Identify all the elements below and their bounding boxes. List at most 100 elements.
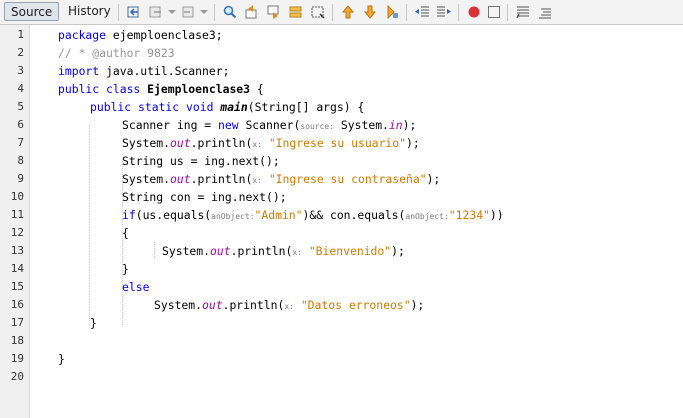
keyword: public static void <box>90 100 214 114</box>
code-line-17: } <box>90 314 97 332</box>
stop-macro-icon[interactable] <box>486 4 502 20</box>
line-number: 15 <box>10 280 24 293</box>
toolbar-separator <box>406 4 407 21</box>
forward-icon[interactable] <box>180 4 196 20</box>
code-text: Scanner ing = <box>122 118 219 132</box>
string-literal: "Datos erroneos" <box>293 298 411 312</box>
code-line-9: System.out.println(x: "Ingrese su contra… <box>122 170 440 188</box>
uncomment-icon[interactable] <box>537 4 553 20</box>
line-number: 18 <box>10 334 24 347</box>
toolbar-separator <box>332 4 333 21</box>
code-line-5: public static void main(String[] args) { <box>90 98 364 116</box>
code-line-11: if(us.equals(anObject:"Admin")&& con.equ… <box>122 206 504 224</box>
toggle-bookmark-icon[interactable] <box>384 4 400 20</box>
next-bookmark-icon[interactable] <box>362 4 378 20</box>
code-line-6: Scanner ing = new Scanner(source: System… <box>122 116 416 134</box>
line-number: 6 <box>17 118 24 131</box>
toolbar-separator <box>214 4 215 21</box>
line-number: 3 <box>17 64 24 77</box>
code-text: ); <box>426 172 441 186</box>
code-text: ); <box>405 136 420 150</box>
find-icon[interactable] <box>222 4 238 20</box>
param-hint: x: <box>252 176 262 185</box>
code-text: .println( <box>190 136 253 150</box>
code-text: ejemploenclase3; <box>106 28 223 42</box>
line-number: 7 <box>17 136 24 149</box>
indent-guide <box>89 125 90 325</box>
previous-bookmark-icon[interactable] <box>340 4 356 20</box>
find-selection-icon[interactable] <box>288 4 304 20</box>
last-edit-icon[interactable] <box>126 4 142 20</box>
line-number: 5 <box>17 100 24 113</box>
comment: // * @author 9823 <box>58 46 175 60</box>
string-literal: "1234" <box>448 208 490 222</box>
code-line-2: // * @author 9823 <box>58 44 175 62</box>
param-hint: x: <box>284 302 294 311</box>
forward-dropdown-icon[interactable] <box>197 4 213 20</box>
line-number: 13 <box>10 244 24 257</box>
code-text: )&& con.equals( <box>302 208 406 222</box>
code-line-12: { <box>122 224 129 242</box>
code-text: Scanner( <box>238 118 301 132</box>
tab-history[interactable]: History <box>62 2 117 21</box>
code-text: .println( <box>222 298 285 312</box>
code-text: { <box>122 226 129 240</box>
code-text: (String[] args) { <box>247 100 365 114</box>
toggle-highlight-icon[interactable] <box>310 4 326 20</box>
string-literal: "Ingrese su usuario" <box>261 136 406 150</box>
code-text: System. <box>162 244 211 258</box>
keyword: else <box>122 280 150 294</box>
tab-source[interactable]: Source <box>4 2 60 21</box>
static-field: out <box>202 298 223 312</box>
line-number: 2 <box>17 46 24 59</box>
line-number: 19 <box>10 352 24 365</box>
code-text: )) <box>489 208 504 222</box>
code-line-13: System.out.println(x: "Bienvenido"); <box>162 242 405 260</box>
line-number: 1 <box>17 28 24 41</box>
shift-left-icon[interactable] <box>414 4 430 20</box>
code-line-15: else <box>122 278 149 296</box>
code-line-10: String con = ing.next(); <box>122 188 287 206</box>
comment-icon[interactable] <box>515 4 531 20</box>
code-text: { <box>250 82 264 96</box>
code-editor[interactable]: package ejemploenclase3; // * @author 98… <box>30 25 683 418</box>
string-literal: "Bienvenido" <box>301 244 392 258</box>
code-text: System. <box>122 172 171 186</box>
editor-toolbar: Source History <box>0 0 683 25</box>
toolbar-separator <box>458 4 459 21</box>
code-line-14: } <box>122 260 129 278</box>
find-next-icon[interactable] <box>266 4 282 20</box>
indent-guide <box>154 242 155 259</box>
static-field: in <box>388 118 403 132</box>
shift-right-icon[interactable] <box>436 4 452 20</box>
keyword: import <box>58 64 100 78</box>
code-line-16: System.out.println(x: "Datos erroneos"); <box>154 296 424 314</box>
param-hint: anObject: <box>211 212 255 221</box>
line-number: 20 <box>10 370 24 383</box>
param-hint: source: <box>300 122 335 131</box>
back-dropdown-icon[interactable] <box>165 4 181 20</box>
code-line-8: String us = ing.next(); <box>122 152 280 170</box>
code-text: String us = ing.next(); <box>122 154 280 168</box>
class-name: Ejemploenclase3 <box>140 82 251 96</box>
line-number-gutter: 1 2 3 4 5 6 7 8 9 10 11 12 13 14 15 16 1… <box>0 25 30 418</box>
line-number: 17 <box>10 316 24 329</box>
toolbar-separator <box>507 4 508 21</box>
code-text: .println( <box>230 244 293 258</box>
code-text: } <box>58 352 65 366</box>
back-icon[interactable] <box>148 4 164 20</box>
find-previous-icon[interactable] <box>244 4 260 20</box>
code-text: (us.equals( <box>135 208 212 222</box>
code-line-7: System.out.println(x: "Ingrese su usuari… <box>122 134 420 152</box>
line-number: 4 <box>17 82 24 95</box>
code-text: ); <box>391 244 405 258</box>
static-field: out <box>170 136 191 150</box>
code-text: } <box>90 316 97 330</box>
code-text: String con = ing.next(); <box>122 190 287 204</box>
code-text: System. <box>122 136 171 150</box>
code-line-19: } <box>58 350 65 368</box>
code-line-1: package ejemploenclase3; <box>58 26 223 44</box>
static-field: out <box>210 244 231 258</box>
start-macro-icon[interactable] <box>466 4 482 20</box>
keyword: public class <box>58 82 141 96</box>
